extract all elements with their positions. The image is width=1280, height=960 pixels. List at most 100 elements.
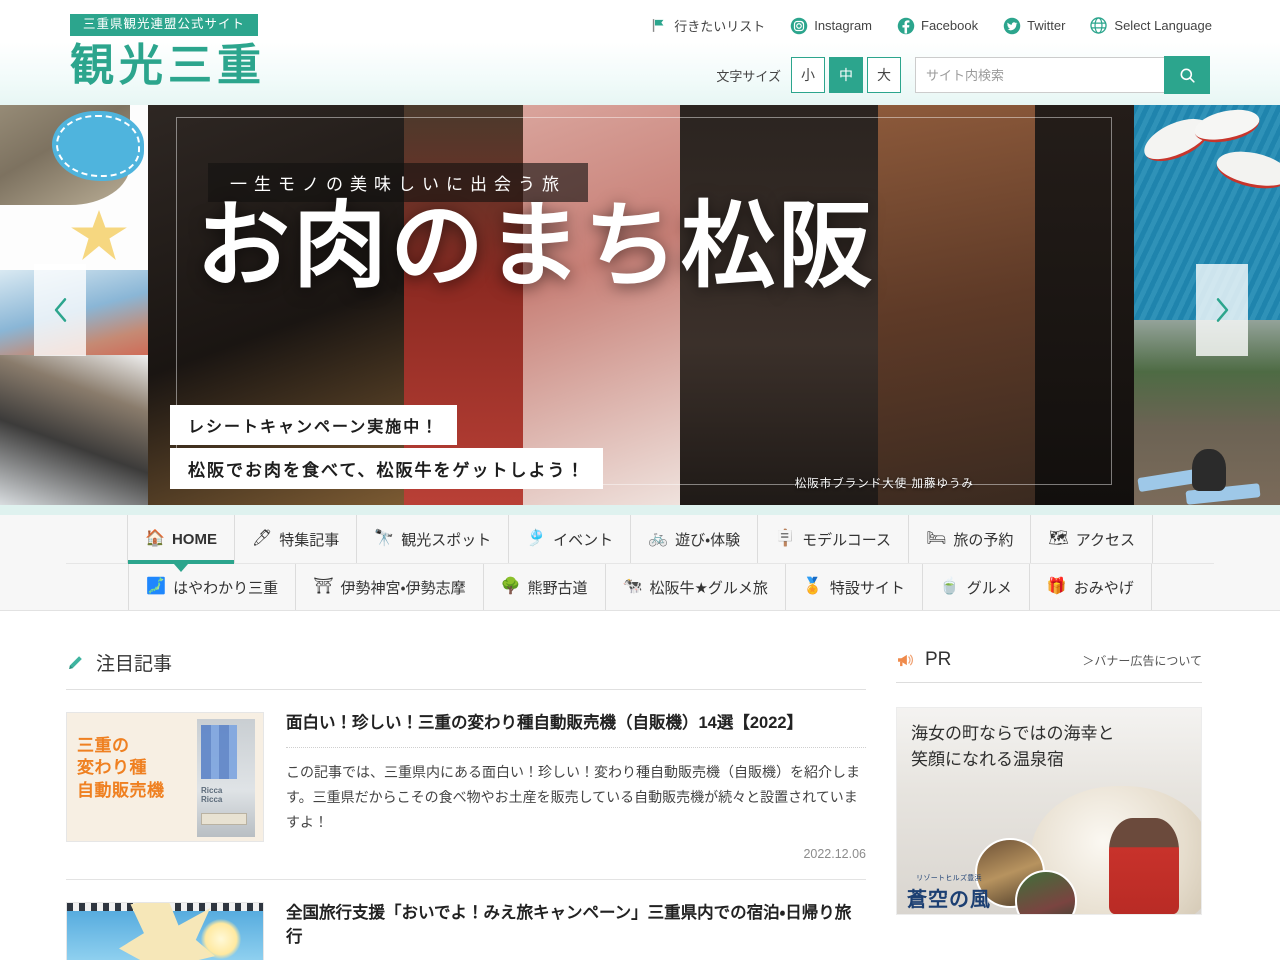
- main-navigation: 🏠 HOME 🖊 特集記事 🔭 観光スポット 🎐 イベント 🚲 遊び・体験 🪧 …: [0, 515, 1280, 611]
- utility-link-label: Twitter: [1027, 18, 1066, 33]
- decor-vm-slot: [201, 813, 247, 825]
- nav-item-label: イベント: [553, 531, 614, 549]
- decor-coaster-photo: [0, 355, 148, 505]
- pr-banner-title: 海女の町ならではの海幸と 笑顔になれる温泉宿: [911, 724, 1115, 770]
- nav-item-sightseeing-spots[interactable]: 🔭 観光スポット: [356, 515, 508, 563]
- nav-item-features[interactable]: 🖊 特集記事: [233, 515, 356, 563]
- globe-icon: [1089, 16, 1108, 35]
- nav-item-quick-guide[interactable]: 🗾 はやわかり三重: [128, 564, 295, 610]
- pr-banner-logo: リゾートヒルズ豊浜 蒼空の風: [903, 873, 995, 912]
- instagram-icon: [789, 16, 808, 35]
- nav-item-model-course[interactable]: 🪧 モデルコース: [757, 515, 908, 563]
- hero-bottom-strip: [0, 505, 1280, 515]
- article-body: 面白い！珍しい！三重の変わり種自動販売機（自販機）14選【2022】 この記事で…: [286, 712, 866, 861]
- featured-articles-heading: 注目記事: [66, 649, 866, 690]
- medal-icon: 🏅: [802, 578, 823, 595]
- utility-link-label: Select Language: [1114, 18, 1212, 33]
- nav-item-label: グルメ: [966, 579, 1012, 597]
- carousel-next-button[interactable]: [1196, 264, 1248, 356]
- nav-item-home[interactable]: 🏠 HOME: [127, 515, 234, 572]
- main-content: 注目記事 三重の 変わり種 自動販売機 Ricca Ricca 面白い！珍しい！三…: [66, 611, 1214, 960]
- search-button[interactable]: [1164, 56, 1210, 94]
- nav-item-matsusaka-beef[interactable]: 🐄 松阪牛★グルメ旅: [604, 564, 785, 610]
- logo-badge: 三重県観光連盟公式サイト: [70, 14, 259, 36]
- cow-icon: 🐄: [622, 578, 643, 595]
- header-tools: 文字サイズ 小 中 大: [716, 56, 1210, 94]
- utility-link-label: Facebook: [921, 18, 979, 33]
- pr-column: PR ＞バナー広告について 海女の町ならではの海幸と 笑顔になれる温泉宿 リゾー…: [896, 649, 1202, 960]
- home-icon: 🏠: [145, 530, 165, 547]
- utility-link-twitter[interactable]: Twitter: [1002, 16, 1065, 35]
- site-logo[interactable]: 三重県観光連盟公式サイト 観光三重: [70, 14, 266, 90]
- bicycle-icon: 🚲: [648, 530, 669, 547]
- nav-row-secondary: 🗾 はやわかり三重 ⛩ 伊勢神宮・伊勢志摩 🌳 熊野古道 🐄 松阪牛★グルメ旅 …: [66, 563, 1214, 610]
- decor-vm-screen: [201, 725, 237, 779]
- article-list-item[interactable]: 三重の 変わり種 自動販売機 Ricca Ricca 面白い！珍しい！三重の変わり…: [66, 690, 866, 880]
- article-description: この記事では、三重県内にある面白い！珍しい！変わり種自動販売機（自販機）を紹介し…: [286, 763, 860, 830]
- decor-sun: [201, 918, 241, 959]
- nav-item-events[interactable]: 🎐 イベント: [508, 515, 630, 563]
- utility-link-wishlist[interactable]: 行きたいリスト: [649, 16, 765, 35]
- nav-item-activities[interactable]: 🚲 遊び・体験: [630, 515, 757, 563]
- article-thumbnail[interactable]: [66, 901, 264, 960]
- logo-wordmark: 観光三重: [70, 40, 266, 91]
- torii-icon: ⛩: [313, 578, 334, 595]
- utility-link-instagram[interactable]: Instagram: [789, 16, 872, 35]
- article-list-item[interactable]: 全国旅行支援「おいでよ！みえ旅キャンペーン」三重県内での宿泊・日帰り旅行: [66, 880, 866, 960]
- carousel-prev-button[interactable]: [34, 264, 86, 356]
- pr-logo-subtitle: リゾートヒルズ豊浜: [916, 875, 982, 882]
- nav-item-gourmet[interactable]: 🍵 グルメ: [921, 564, 1029, 610]
- nav-item-ise-shima[interactable]: ⛩ 伊勢神宮・伊勢志摩: [295, 564, 482, 610]
- chevron-left-icon: [51, 298, 70, 322]
- banner-info-link[interactable]: ＞バナー広告について: [1082, 652, 1202, 669]
- hero-title: お肉のまち松阪: [196, 191, 876, 301]
- hero-carousel[interactable]: 一生モノの美味しいに出会う旅 お肉のまち松阪 レシートキャンペーン実施中！ 松阪…: [0, 105, 1280, 515]
- flag-icon: [649, 16, 668, 35]
- font-size-label: 文字サイズ: [716, 68, 781, 84]
- hero-slide-current[interactable]: 一生モノの美味しいに出会う旅 お肉のまち松阪 レシートキャンペーン実施中！ 松阪…: [148, 105, 1134, 505]
- nav-item-reservations[interactable]: 🛏 旅の予約: [908, 515, 1030, 563]
- decor-yoga-person: [1192, 449, 1226, 491]
- nav-item-label: 特設サイト: [829, 579, 905, 597]
- fan-icon: 🎐: [526, 530, 547, 547]
- search-input[interactable]: [915, 57, 1165, 93]
- nav-item-access[interactable]: 🗺 アクセス: [1030, 515, 1153, 563]
- article-thumbnail[interactable]: 三重の 変わり種 自動販売機 Ricca Ricca: [66, 712, 264, 842]
- nav-item-label: 伊勢神宮・伊勢志摩: [340, 579, 466, 597]
- font-size-large-button[interactable]: 大: [867, 57, 901, 93]
- map-icon: 🗺: [1048, 530, 1069, 547]
- decor-vm-label: Ricca Ricca: [201, 786, 223, 804]
- tree-icon: 🌳: [500, 578, 521, 595]
- nav-item-label: 遊び・体験: [675, 531, 741, 549]
- gift-icon: 🎁: [1046, 578, 1067, 595]
- decor-vending-machine: Ricca Ricca: [197, 719, 255, 837]
- site-header: 三重県観光連盟公式サイト 観光三重 行きたいリスト Instagram Face…: [0, 0, 1280, 105]
- hero-caption-detail: 松阪でお肉を食べて、松阪牛をゲットしよう！: [170, 448, 604, 489]
- utility-link-language[interactable]: Select Language: [1089, 16, 1212, 35]
- pr-banner[interactable]: 海女の町ならではの海幸と 笑顔になれる温泉宿 リゾートヒルズ豊浜 蒼空の風: [896, 707, 1202, 915]
- nav-item-souvenirs[interactable]: 🎁 おみやげ: [1028, 564, 1152, 610]
- article-title[interactable]: 面白い！珍しい！三重の変わり種自動販売機（自販機）14選【2022】: [286, 712, 866, 736]
- nav-item-label: おみやげ: [1073, 579, 1134, 597]
- facebook-icon: [896, 16, 915, 35]
- nav-item-label: 特集記事: [279, 531, 340, 549]
- signpost-icon: 🪧: [775, 530, 796, 547]
- nav-item-label: アクセス: [1075, 531, 1135, 549]
- chevron-right-icon: [1213, 298, 1232, 322]
- article-title[interactable]: 全国旅行支援「おいでよ！みえ旅キャンペーン」三重県内での宿泊・日帰り旅行: [286, 902, 866, 950]
- nav-item-label: 旅の予約: [953, 531, 1014, 549]
- japan-map-icon: 🗾: [146, 578, 167, 595]
- font-size-small-button[interactable]: 小: [791, 57, 825, 93]
- nav-item-label: 熊野古道: [527, 579, 588, 597]
- utility-link-facebook[interactable]: Facebook: [896, 16, 978, 35]
- decor-woman: [1109, 818, 1179, 914]
- featured-articles-column: 注目記事 三重の 変わり種 自動販売機 Ricca Ricca 面白い！珍しい！三…: [66, 649, 866, 960]
- pen-icon: 🖊: [251, 530, 273, 547]
- nav-item-label: 松阪牛★グルメ旅: [649, 579, 768, 597]
- decor-star: [71, 210, 127, 260]
- divider: [286, 746, 866, 748]
- font-size-medium-button[interactable]: 中: [829, 57, 863, 93]
- nav-item-special-site[interactable]: 🏅 特設サイト: [784, 564, 922, 610]
- nav-item-kumano-kodo[interactable]: 🌳 熊野古道: [482, 564, 605, 610]
- bowl-icon: 🍵: [939, 578, 960, 595]
